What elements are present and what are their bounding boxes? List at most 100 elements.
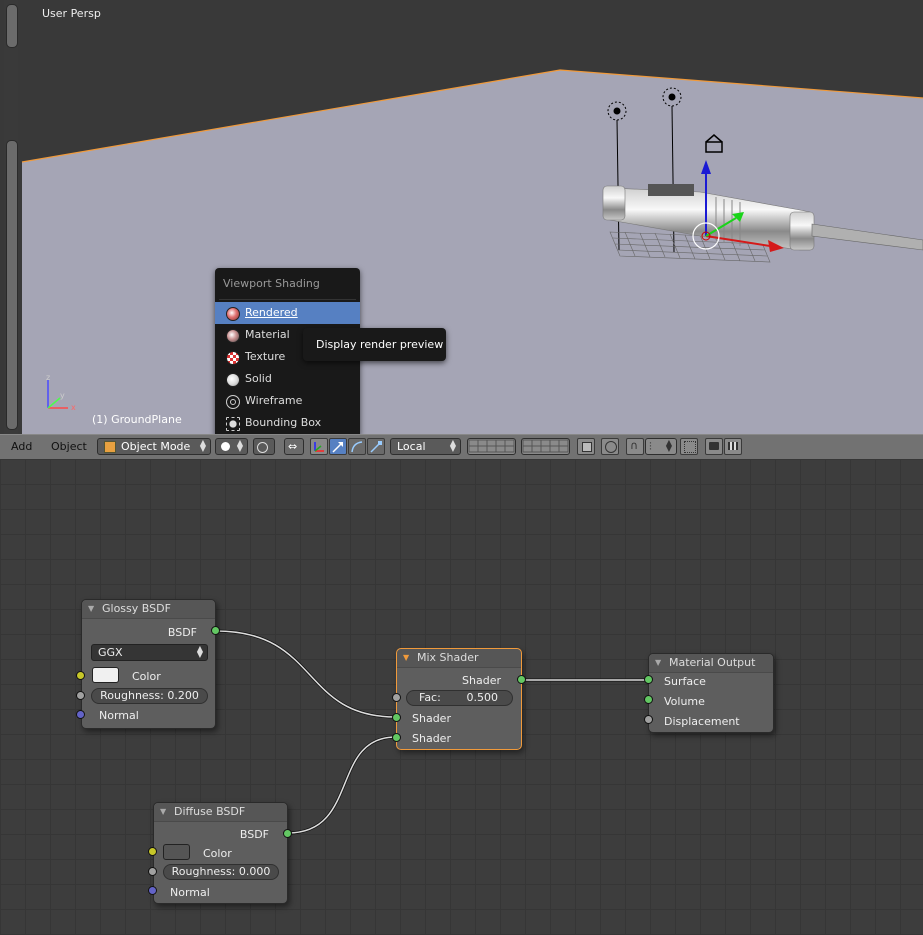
transform-orientation-selector[interactable]: Local ▲ ▼ <box>390 438 461 455</box>
mode-selector[interactable]: Object Mode ▲ ▼ <box>97 438 211 455</box>
diffuse-bsdf-node[interactable]: ▼ Diffuse BSDF BSDF Color Roughness: 0.00… <box>153 802 288 904</box>
node-title: Glossy BSDF <box>102 602 171 615</box>
menu-item-label: Bounding Box <box>245 416 322 429</box>
lock-layers-button[interactable] <box>577 438 595 455</box>
distribution-dropdown[interactable]: GGX ▲ ▼ <box>91 644 208 661</box>
snap-target-button[interactable] <box>680 438 698 455</box>
rotate-icon <box>351 441 363 453</box>
snap-toggle-button[interactable]: ∩ <box>626 438 644 455</box>
add-menu[interactable]: Add <box>11 440 32 453</box>
fac-input-socket[interactable] <box>392 693 401 702</box>
cube-icon <box>104 441 116 453</box>
shader-input-label: Shader <box>412 712 451 725</box>
menu-item-wireframe[interactable]: Wireframe <box>215 390 360 412</box>
fac-field[interactable]: Fac: 0.500 <box>406 690 513 706</box>
fac-label: Fac: <box>419 691 441 704</box>
surface-input-socket[interactable] <box>644 675 653 684</box>
3d-viewport[interactable]: User Persp z y x (1) GroundPlane <box>0 0 923 434</box>
menu-item-label: Rendered <box>245 306 298 319</box>
volume-input-socket[interactable] <box>644 695 653 704</box>
color-input-socket[interactable] <box>148 847 157 856</box>
node-header[interactable]: ▼ Material Output <box>649 654 773 673</box>
manipulator-toggle-button[interactable] <box>310 438 328 455</box>
pivot-point-button[interactable] <box>253 438 275 455</box>
scale-manipulator-button[interactable] <box>367 438 385 455</box>
roughness-field[interactable]: Roughness: 0.200 <box>91 688 208 704</box>
arrow-icon <box>332 442 343 453</box>
roughness-field[interactable]: Roughness: 0.000 <box>163 864 279 880</box>
solid-sphere-icon <box>221 442 230 451</box>
collapse-triangle-icon[interactable]: ▼ <box>655 654 661 672</box>
color-swatch[interactable] <box>92 667 119 683</box>
layers-grid-2[interactable] <box>521 438 570 455</box>
roughness-input-socket[interactable] <box>76 691 85 700</box>
bsdf-output-socket[interactable] <box>211 626 220 635</box>
collapse-triangle-icon[interactable]: ▼ <box>160 803 166 821</box>
displacement-input-socket[interactable] <box>644 715 653 724</box>
manipulator-icon <box>314 442 324 452</box>
render-animation-button[interactable] <box>724 438 742 455</box>
pivot-icon <box>257 442 268 453</box>
updown-arrows-icon: ▲ ▼ <box>236 438 243 453</box>
object-menu[interactable]: Object <box>51 440 87 453</box>
shader-input-socket[interactable] <box>392 713 401 722</box>
mode-label: Object Mode <box>121 440 191 453</box>
dropdown-value: GGX <box>98 646 123 659</box>
translate-manipulator-button[interactable] <box>329 438 347 455</box>
tooltip: Display render preview <box>303 328 446 361</box>
node-title: Mix Shader <box>417 651 479 664</box>
axis-widget-icon: z y x <box>46 373 76 412</box>
lock-icon <box>582 442 592 452</box>
roughness-input-socket[interactable] <box>148 867 157 876</box>
target-icon <box>684 441 696 453</box>
updown-arrows-icon: ▲ ▼ <box>199 438 206 453</box>
normal-label: Normal <box>99 709 139 722</box>
scrollbar-handle[interactable] <box>6 140 18 430</box>
bounding-box-icon <box>226 417 240 431</box>
glossy-bsdf-node[interactable]: ▼ Glossy BSDF BSDF GGX ▲ ▼ Color Roughness:… <box>81 599 216 729</box>
layers-grid-1[interactable] <box>467 438 516 455</box>
output-label: BSDF <box>167 626 197 639</box>
render-opengl-button[interactable] <box>705 438 723 455</box>
bsdf-output-socket[interactable] <box>283 829 292 838</box>
normal-label: Normal <box>170 886 210 899</box>
viewport-header: Add Object Object Mode ▲ ▼ ▲ ▼ ⇔ Local ▲ ▼ … <box>0 434 923 460</box>
menu-item-label: Solid <box>245 372 272 385</box>
texture-sphere-icon <box>226 351 240 365</box>
volume-label: Volume <box>664 695 705 708</box>
shader-input-socket[interactable] <box>392 733 401 742</box>
scale-icon <box>370 441 382 453</box>
color-input-socket[interactable] <box>76 671 85 680</box>
material-output-node[interactable]: ▼ Material Output Surface Volume Displace… <box>648 653 774 733</box>
menu-item-label: Material <box>245 328 290 341</box>
normal-input-socket[interactable] <box>76 710 85 719</box>
color-label: Color <box>203 847 232 860</box>
menu-item-bounding-box[interactable]: Bounding Box <box>215 412 360 434</box>
collapse-triangle-icon[interactable]: ▼ <box>403 649 409 667</box>
rotate-manipulator-button[interactable] <box>348 438 366 455</box>
node-header[interactable]: ▼ Glossy BSDF <box>82 600 215 619</box>
color-swatch[interactable] <box>163 844 190 860</box>
collapse-triangle-icon[interactable]: ▼ <box>88 600 94 618</box>
output-label: Shader <box>462 674 501 687</box>
menu-item-rendered[interactable]: Rendered <box>215 302 360 324</box>
menu-item-label: Wireframe <box>245 394 303 407</box>
snap-element-selector[interactable]: ⫶ ▲ ▼ <box>645 438 677 455</box>
solid-sphere-icon <box>226 373 240 387</box>
viewport-shading-button[interactable]: ▲ ▼ <box>215 438 248 455</box>
displacement-label: Displacement <box>664 715 740 728</box>
node-header[interactable]: ▼ Diffuse BSDF <box>154 803 287 822</box>
node-header[interactable]: ▼ Mix Shader <box>397 649 521 668</box>
mix-shader-node[interactable]: ▼ Mix Shader Shader Fac: 0.500 Shader Sha… <box>396 648 522 750</box>
svg-text:z: z <box>46 373 50 382</box>
node-editor[interactable]: ▼ Glossy BSDF BSDF GGX ▲ ▼ Color Roughness:… <box>0 459 923 935</box>
fac-value: 0.500 <box>466 691 499 704</box>
proportional-edit-button[interactable] <box>601 438 619 455</box>
orientation-label: Local <box>397 440 426 453</box>
proportional-button[interactable]: ⇔ <box>284 438 304 455</box>
camera-render-icon <box>709 442 719 450</box>
normal-input-socket[interactable] <box>148 886 157 895</box>
menu-item-solid[interactable]: Solid <box>215 368 360 390</box>
scrollbar-handle[interactable] <box>6 4 18 48</box>
shader-output-socket[interactable] <box>517 675 526 684</box>
